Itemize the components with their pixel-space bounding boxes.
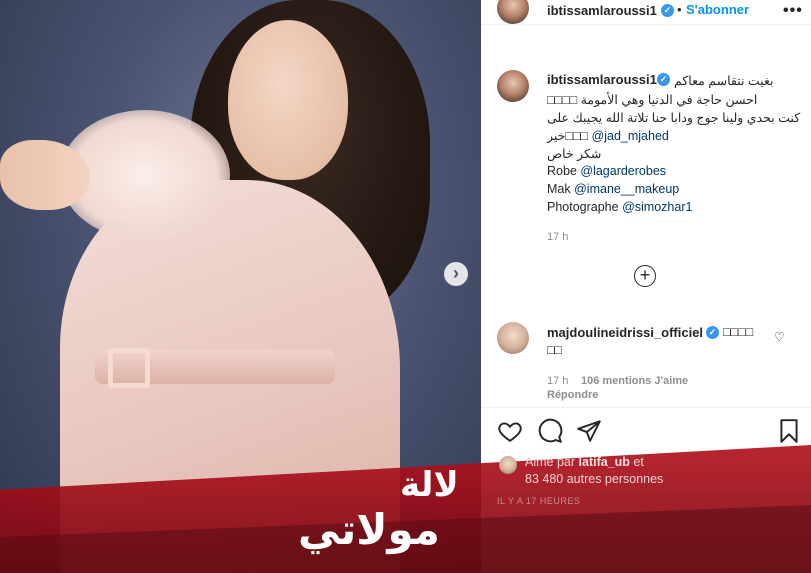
liked-by-prefix: Aimé par bbox=[525, 455, 576, 469]
caption-mak: Mak @imane__makeup bbox=[547, 182, 679, 196]
liked-by-user[interactable]: latifa_ub bbox=[579, 455, 630, 469]
caption-photographe: Photographe @simozhar1 bbox=[547, 200, 692, 214]
author-avatar[interactable] bbox=[497, 0, 529, 24]
comment-likes-text: 106 mentions J'aime bbox=[581, 375, 689, 387]
verified-badge-icon: ✓ bbox=[661, 4, 674, 17]
chevron-right-icon[interactable]: › bbox=[444, 262, 468, 286]
commenter-username[interactable]: majdoulineidrissi_officiel bbox=[547, 325, 703, 340]
reply-button[interactable]: Répondre bbox=[547, 389, 598, 401]
comment-text-1: □□□□ bbox=[723, 325, 754, 339]
caption-line-1: بغيت نتقاسم معاكم bbox=[674, 74, 774, 88]
comment-like-heart-icon[interactable]: ♡ bbox=[774, 330, 785, 344]
bookmark-icon[interactable] bbox=[776, 418, 802, 444]
post-time-ago: IL Y A 17 HEURES bbox=[497, 496, 581, 506]
caption-line-4-text: خير□□□ bbox=[547, 129, 589, 143]
follow-button[interactable]: S'abonner bbox=[686, 2, 749, 17]
caption-time: 17 h bbox=[547, 231, 569, 243]
robe-label: Robe bbox=[547, 164, 577, 178]
watermark-logo-line-1: لالة bbox=[400, 465, 459, 505]
watermark-banner: Aimé par latifa_ub et 83 480 autres pers… bbox=[0, 405, 811, 573]
mak-label: Mak bbox=[547, 182, 571, 196]
mention-simozhar[interactable]: @simozhar1 bbox=[622, 200, 692, 214]
caption-line-5: شكر خاص bbox=[547, 147, 602, 161]
comment-likes[interactable]: 106 mentions J'aime bbox=[581, 375, 688, 387]
header-separator: • bbox=[677, 2, 682, 17]
plus-circle-icon[interactable]: + bbox=[634, 265, 656, 287]
liked-by-line-1[interactable]: Aimé par latifa_ub et bbox=[525, 455, 644, 469]
caption-line-2: □□□□ احسن حاجة في الدنيا وهي الأمومة bbox=[547, 93, 758, 107]
mention-imane[interactable]: @imane__makeup bbox=[574, 182, 679, 196]
liked-by-count[interactable]: 83 480 autres personnes bbox=[525, 472, 663, 486]
author-username[interactable]: ibtissamlaroussi1 bbox=[547, 3, 657, 18]
caption-line-3: كنت بحدي ولينا جوج ودابا حنا تلاتة الله … bbox=[547, 111, 801, 125]
photo-face bbox=[228, 20, 348, 180]
reply-label: Répondre bbox=[547, 389, 599, 401]
watermark-logo-line-2: مولاتي bbox=[298, 505, 440, 554]
verified-badge-icon: ✓ bbox=[657, 73, 670, 86]
comment-text-2: □□ bbox=[547, 343, 563, 357]
mention-jad[interactable]: @jad_mjahed bbox=[592, 129, 669, 143]
share-icon[interactable] bbox=[576, 418, 602, 444]
heart-icon[interactable] bbox=[497, 418, 523, 444]
caption-robe: Robe @lagarderobes bbox=[547, 164, 666, 178]
more-options-icon[interactable]: ••• bbox=[783, 2, 803, 20]
caption-line-4: خير□□□ @jad_mjahed bbox=[547, 128, 669, 143]
comment-time: 17 h bbox=[547, 375, 569, 387]
photographe-label: Photographe bbox=[547, 200, 619, 214]
commenter-avatar[interactable] bbox=[497, 322, 529, 354]
caption-username[interactable]: ibtissamlaroussi1 bbox=[547, 72, 657, 87]
caption-avatar[interactable] bbox=[497, 70, 529, 102]
post-header: ibtissamlaroussi1 ✓ • S'abonner ••• bbox=[481, 0, 811, 25]
comment-icon[interactable] bbox=[537, 418, 563, 444]
liked-by-connector: et bbox=[633, 455, 644, 469]
photo-belt-buckle bbox=[108, 348, 150, 388]
verified-badge-icon: ✓ bbox=[706, 326, 719, 339]
liker-avatar[interactable] bbox=[499, 456, 517, 474]
mention-lagarderobes[interactable]: @lagarderobes bbox=[580, 164, 666, 178]
